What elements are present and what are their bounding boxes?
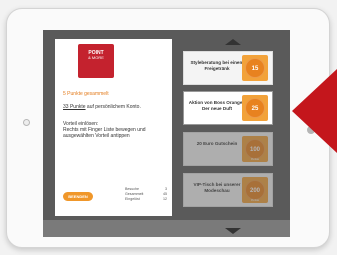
- scroll-up-icon[interactable]: [225, 39, 241, 45]
- points-badge: 200 Punkte: [242, 177, 268, 203]
- point-more-logo: POINT & MORE: [78, 44, 114, 78]
- reward-title: 20 Euro Gutschein: [196, 141, 238, 146]
- points-value: 33 Punkte: [63, 104, 86, 110]
- logo-subtext: & MORE: [88, 55, 104, 60]
- points-badge: 15: [242, 55, 268, 81]
- collected-text: 5 Punkte gesammelt: [63, 91, 109, 97]
- pointer-arrow-stem: [333, 88, 337, 133]
- stats-row: Eingelöst 12: [125, 197, 167, 202]
- reward-item[interactable]: 20 Euro Gutschein 100 Punkte: [183, 132, 273, 166]
- points-badge: 100 Punkte: [242, 136, 268, 162]
- reward-item[interactable]: VIP-Tisch bei unserer Modeschau 200 Punkt…: [183, 173, 273, 207]
- redeem-instructions: Rechts mit Finger Liste bewegen und ausg…: [63, 127, 146, 139]
- points-description: auf persönlichem Konto.: [85, 104, 141, 110]
- bottom-bar: [43, 220, 290, 237]
- points-circle: 25: [245, 98, 265, 118]
- points-badge: 25: [242, 95, 268, 121]
- reward-title: Aktion von Boss Orange - Der neue Duft: [188, 100, 246, 111]
- reward-title: VIP-Tisch bei unserer Modeschau: [193, 182, 241, 193]
- reward-title: Styleberatung bei einem Freigetränk: [190, 60, 244, 71]
- reward-item-selected[interactable]: Aktion von Boss Orange - Der neue Duft 2…: [183, 91, 273, 125]
- points-circle: 200: [245, 180, 265, 200]
- pointer-arrow-icon: [292, 69, 337, 153]
- info-panel: POINT & MORE 5 Punkte gesammelt 33 Punkt…: [55, 39, 172, 216]
- points-text: 33 Punkte auf persönlichem Konto.: [63, 104, 141, 110]
- tablet-frame: POINT & MORE 5 Punkte gesammelt 33 Punkt…: [6, 8, 330, 248]
- reward-item[interactable]: Styleberatung bei einem Freigetränk 15: [183, 51, 273, 85]
- points-label: Punkte: [250, 158, 260, 161]
- points-circle: 15: [245, 58, 265, 78]
- stat-label: Eingelöst: [125, 197, 140, 201]
- stat-value: 12: [163, 197, 167, 201]
- scroll-down-icon[interactable]: [225, 228, 241, 234]
- camera-icon: [23, 119, 30, 126]
- end-button[interactable]: BEENDEN: [63, 192, 93, 201]
- points-circle: 100: [245, 139, 265, 159]
- reward-list[interactable]: Styleberatung bei einem Freigetränk 15 A…: [183, 39, 279, 229]
- points-label: Punkte: [250, 199, 260, 202]
- stats-table: Besuche 3 Gesammelt 45 Eingelöst 12: [125, 187, 167, 202]
- app-screen: POINT & MORE 5 Punkte gesammelt 33 Punkt…: [43, 30, 290, 237]
